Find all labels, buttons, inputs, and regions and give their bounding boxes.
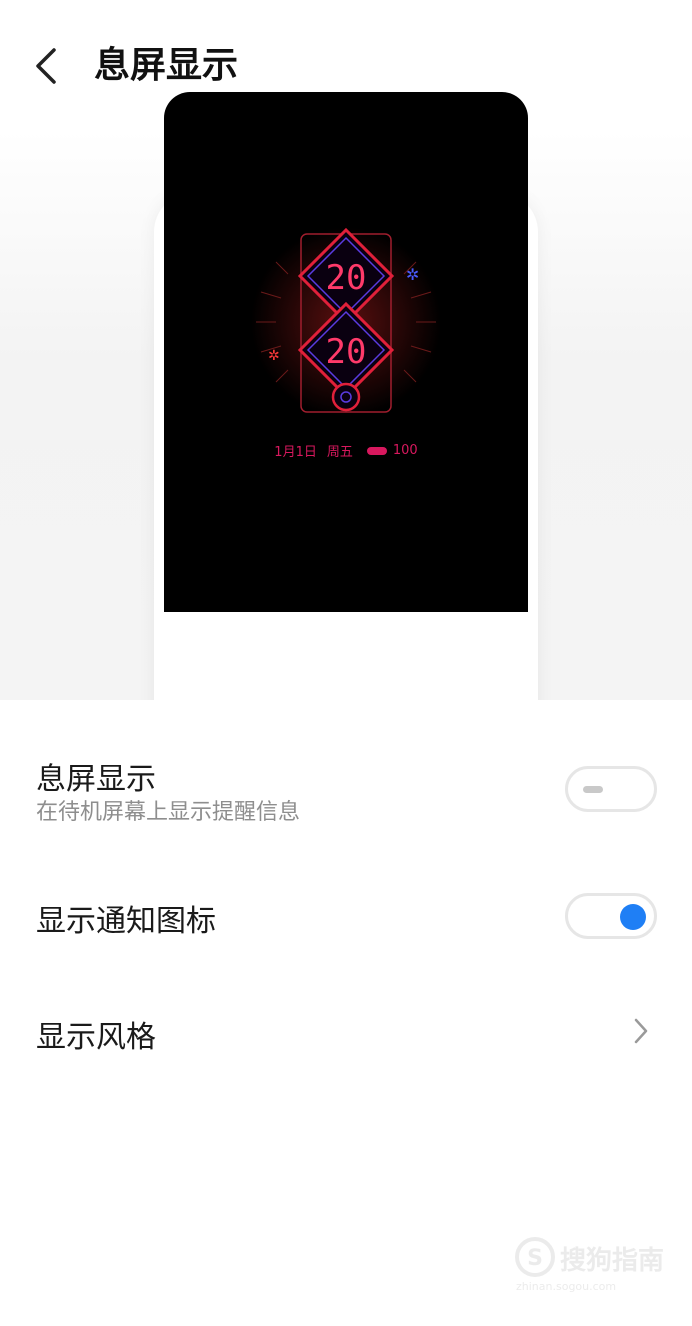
- chevron-right-icon[interactable]: [628, 1016, 652, 1046]
- battery-level: 100: [392, 443, 418, 458]
- clock-year-top: 20: [326, 258, 367, 298]
- setting-row-notification-icons[interactable]: 显示通知图标: [0, 870, 692, 960]
- toggle-off-indicator: [583, 786, 603, 793]
- chevron-left-icon: [36, 48, 56, 84]
- aod-date: 1月1日: [274, 445, 317, 460]
- setting-row-aod[interactable]: 息屏显示 在待机屏幕上显示提醒信息: [0, 740, 692, 850]
- page-title: 息屏显示: [94, 45, 239, 86]
- watermark: S 搜狗指南 zhinan.sogou.com: [514, 1236, 674, 1296]
- svg-text:✲: ✲: [406, 265, 419, 284]
- setting-display-style-title: 显示风格: [36, 1020, 156, 1055]
- watermark-text: 搜狗指南: [560, 1246, 665, 1276]
- watermark-url: zhinan.sogou.com: [516, 1280, 617, 1293]
- phone-screen-preview: ✲ ✲ 20 20 1月1日 周五 100: [164, 92, 528, 612]
- aod-status-line: 1月1日 周五 100: [164, 441, 528, 460]
- svg-text:✲: ✲: [268, 348, 280, 364]
- battery-icon: [366, 446, 387, 455]
- setting-aod-subtitle: 在待机屏幕上显示提醒信息: [36, 800, 301, 825]
- setting-aod-title: 息屏显示: [36, 762, 156, 797]
- aod-clock-illustration: ✲ ✲ 20 20: [251, 227, 441, 417]
- svg-text:S: S: [527, 1246, 543, 1271]
- sogou-logo-icon: S: [515, 1237, 555, 1277]
- setting-row-display-style[interactable]: 显示风格: [0, 990, 692, 1080]
- setting-notification-icons-title: 显示通知图标: [36, 904, 216, 939]
- aod-weekday: 周五: [326, 445, 353, 460]
- toggle-on-knob: [620, 904, 646, 930]
- notification-icons-toggle[interactable]: [565, 893, 657, 939]
- back-button[interactable]: [24, 44, 68, 88]
- aod-toggle[interactable]: [565, 766, 657, 812]
- clock-year-bottom: 20: [326, 332, 367, 372]
